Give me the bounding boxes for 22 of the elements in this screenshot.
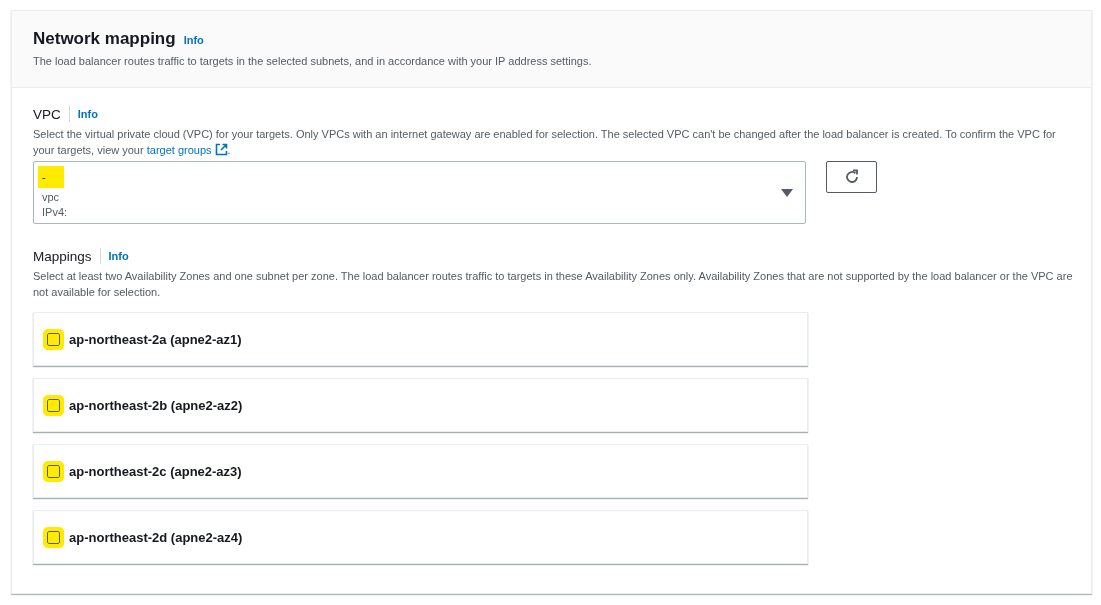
- zone-label: ap-northeast-2b (apne2-az2): [69, 397, 243, 413]
- select-value: -: [38, 165, 64, 188]
- info-link[interactable]: Info: [108, 250, 129, 262]
- section-title: Network mapping: [33, 29, 176, 49]
- zone-label: ap-northeast-2c (apne2-az3): [69, 463, 242, 479]
- select-detail: IPv4:: [41, 204, 68, 220]
- external-link-icon: [214, 143, 228, 156]
- caret-icon: [781, 188, 793, 197]
- refresh-icon: [843, 169, 860, 185]
- info-link[interactable]: Info: [77, 108, 98, 120]
- zone-label: ap-northeast-2a (apne2-az1): [69, 331, 242, 347]
- field-label: VPC: [33, 106, 61, 122]
- section-description: The load balancer routes traffic to targets in the selected subnets, and in accordance with your IP address settings.: [33, 55, 593, 67]
- zone-label: ap-northeast-2d (apne2-az4): [69, 529, 243, 545]
- select-detail: vpc: [41, 189, 61, 205]
- field-description: Select the virtual private cloud (VPC) for your targets. Only VPCs with an internet gateway are enabled for selection. The selected VPC can't be changed after the load balancer is created. To confirm the VPC for your targets, view your target groups .: [33, 127, 1057, 158]
- target-groups-link[interactable]: target groups: [146, 144, 228, 156]
- field-label: Mappings: [33, 248, 92, 264]
- field-description: Select at least two Availability Zones and one subnet per zone. The load balancer routes traffic to targets in these Availability Zones only. Availability Zones that are not supported by the load balancer or the VPC are not available for selection.: [33, 269, 1074, 300]
- vpc-select[interactable]: - vpc IPv4:: [33, 161, 806, 224]
- refresh-button[interactable]: [826, 161, 877, 193]
- info-link[interactable]: Info: [183, 34, 204, 46]
